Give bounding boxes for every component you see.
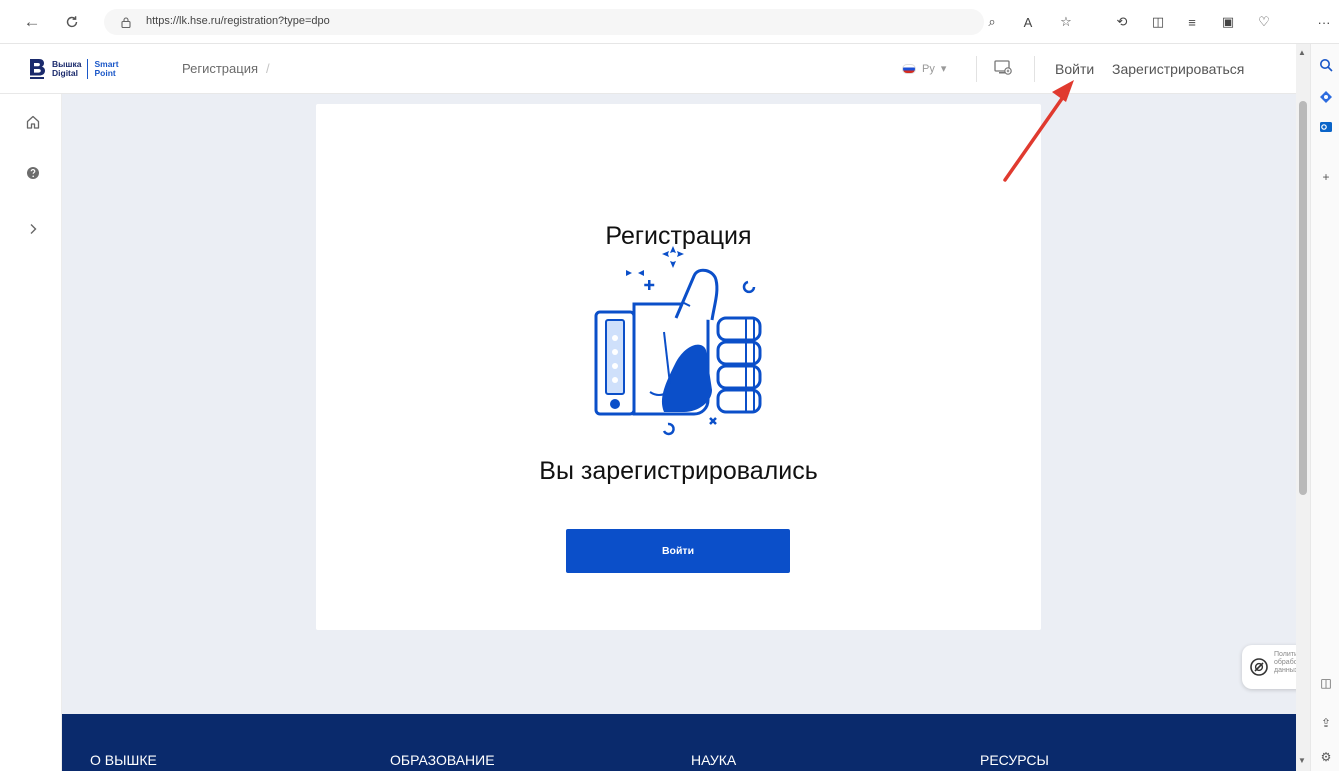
split-screen-icon[interactable]: ◫: [1146, 10, 1170, 34]
footer-link-about[interactable]: О ВЫШКЕ: [90, 752, 157, 768]
logo-mark-icon: [30, 59, 45, 79]
add-icon[interactable]: +: [1317, 168, 1335, 186]
breadcrumb: Регистрация /: [182, 61, 270, 76]
scroll-down-icon[interactable]: ▼: [1298, 756, 1306, 765]
scroll-up-icon[interactable]: ▲: [1298, 48, 1306, 57]
browser-sidebar: + ◫ ⇪ ⚙: [1310, 44, 1339, 771]
privacy-policy-icon: [1250, 658, 1268, 676]
footer-link-resources[interactable]: РЕСУРСЫ: [980, 752, 1049, 768]
main-content: Регистрация Вы зарегистрировались Войти …: [62, 94, 1339, 714]
settings-gear-icon[interactable]: ⚙: [1317, 748, 1335, 766]
breadcrumb-separator: /: [266, 61, 270, 76]
favorites-list-icon[interactable]: ≡: [1180, 10, 1204, 34]
chevron-right-icon[interactable]: [24, 220, 42, 238]
footer: О ВЫШКЕ ОБРАЗОВАНИЕ НАУКА РЕСУРСЫ: [62, 714, 1296, 771]
read-aloud-icon[interactable]: A: [1016, 10, 1040, 34]
language-label: Ру: [922, 62, 935, 75]
search-icon[interactable]: [1317, 56, 1335, 74]
login-button[interactable]: Войти: [566, 529, 790, 573]
home-icon[interactable]: [24, 113, 42, 131]
back-icon[interactable]: ←: [20, 10, 44, 34]
footer-link-science[interactable]: НАУКА: [691, 752, 736, 768]
logo[interactable]: Вышка Digital Smart Point: [28, 56, 119, 82]
collections-icon[interactable]: ▣: [1216, 10, 1240, 34]
shopping-icon[interactable]: [1317, 88, 1335, 106]
performance-icon[interactable]: ♡: [1252, 10, 1276, 34]
browser-toolbar: ← https://lk.hse.ru/registration?type=dp…: [0, 0, 1339, 44]
left-sidebar: [0, 94, 62, 771]
address-bar[interactable]: https://lk.hse.ru/registration?type=dpo: [104, 9, 984, 35]
accessibility-monitor-icon[interactable]: [990, 55, 1016, 81]
logo-title: Вышка Digital: [52, 59, 82, 78]
search-page-icon[interactable]: ⌕: [980, 10, 1004, 34]
logo-smart-point: Smart Point: [94, 59, 119, 78]
scrollbar-thumb[interactable]: [1299, 101, 1307, 495]
url-text: https://lk.hse.ru/registration?type=dpo: [146, 15, 330, 27]
divider: [1034, 56, 1035, 82]
sidebar-toggle-icon[interactable]: ◫: [1317, 674, 1335, 692]
thumbs-up-illustration: [594, 246, 762, 436]
extensions-icon[interactable]: ⟲: [1110, 10, 1134, 34]
header-login-link[interactable]: Войти: [1055, 61, 1094, 77]
chevron-down-icon: ▾: [940, 63, 947, 75]
help-icon[interactable]: [24, 164, 42, 182]
logo-divider: [87, 59, 89, 79]
success-message: Вы зарегистрировались: [539, 457, 818, 485]
registration-card: Регистрация Вы зарегистрировались Войти: [316, 104, 1041, 630]
breadcrumb-item[interactable]: Регистрация: [182, 61, 258, 76]
refresh-icon[interactable]: [60, 10, 84, 34]
favorite-icon[interactable]: ☆: [1054, 10, 1078, 34]
russian-flag-icon: [902, 63, 916, 74]
divider: [976, 56, 977, 82]
app-header: Вышка Digital Smart Point Регистрация / …: [0, 44, 1296, 94]
header-register-link[interactable]: Зарегистрироваться: [1112, 61, 1244, 77]
share-icon[interactable]: ⇪: [1317, 714, 1335, 732]
page-scrollbar[interactable]: ▲ ▼: [1296, 44, 1310, 771]
language-selector[interactable]: Ру ▾: [902, 62, 946, 75]
outlook-icon[interactable]: [1317, 118, 1335, 136]
more-menu-icon[interactable]: ···: [1312, 10, 1336, 34]
lock-icon[interactable]: [118, 14, 134, 30]
footer-link-education[interactable]: ОБРАЗОВАНИЕ: [390, 752, 495, 768]
